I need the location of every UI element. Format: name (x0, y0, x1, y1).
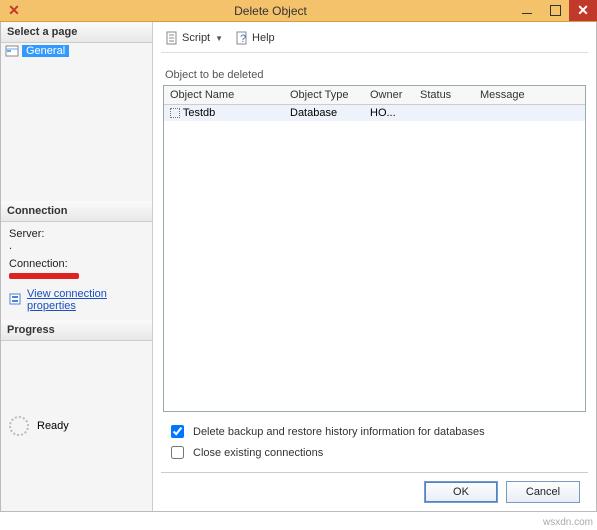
watermark: wsxdn.com (543, 517, 593, 528)
connection-label: Connection: (9, 258, 144, 270)
window-controls: ✕ (513, 0, 597, 21)
help-button[interactable]: ? Help (231, 30, 279, 46)
script-icon (165, 31, 179, 45)
col-message[interactable]: Message (474, 86, 585, 105)
opt-delete-history-checkbox[interactable] (171, 425, 184, 438)
cell-status (414, 105, 474, 122)
view-connection-properties-link[interactable]: View connection properties (27, 288, 144, 312)
close-button[interactable]: ✕ (569, 0, 597, 21)
main-panel: Script ▼ ? Help Object to be deleted Obj… (153, 22, 596, 511)
grid-header-row: Object Name Object Type Owner Status Mes… (164, 86, 585, 105)
select-page-header: Select a page (1, 22, 152, 43)
cell-message (474, 105, 585, 122)
opt-delete-history-label: Delete backup and restore history inform… (193, 426, 485, 438)
cell-owner: HO... (364, 105, 414, 122)
progress-header: Progress (1, 320, 152, 341)
opt-close-existing[interactable]: Close existing connections (167, 443, 582, 462)
connection-value-redacted (9, 273, 79, 279)
connection-header: Connection (1, 201, 152, 222)
footer: OK Cancel (161, 472, 588, 511)
dialog-body: Select a page General Connection Server:… (0, 22, 597, 512)
opt-close-existing-checkbox[interactable] (171, 446, 184, 459)
cell-object-type: Database (284, 105, 364, 122)
progress-panel: Ready (1, 341, 152, 511)
properties-icon (9, 292, 23, 309)
progress-status: Ready (37, 420, 69, 432)
ok-button[interactable]: OK (424, 481, 498, 503)
options-panel: Delete backup and restore history inform… (161, 412, 588, 472)
row-selector-icon (170, 108, 180, 118)
script-label: Script (182, 32, 210, 44)
col-owner[interactable]: Owner (364, 86, 414, 105)
table-row[interactable]: Testdb Database HO... (164, 105, 585, 122)
minimize-button[interactable] (513, 0, 541, 21)
server-label: Server: (9, 228, 144, 240)
page-icon (5, 45, 19, 57)
section-label: Object to be deleted (165, 69, 584, 81)
window-title: Delete Object (28, 4, 513, 18)
titlebar: ✕ Delete Object ✕ (0, 0, 597, 22)
view-connection-properties[interactable]: View connection properties (9, 288, 144, 312)
help-label: Help (252, 32, 275, 44)
server-value: . (9, 240, 144, 252)
connection-panel: Server: . Connection: View connection pr… (1, 222, 152, 320)
toolbar: Script ▼ ? Help (161, 28, 588, 53)
cell-object-name: Testdb (183, 107, 215, 119)
page-item-general[interactable]: General (5, 45, 69, 57)
chevron-down-icon: ▼ (215, 34, 223, 43)
opt-delete-history[interactable]: Delete backup and restore history inform… (167, 422, 582, 441)
script-button[interactable]: Script ▼ (161, 30, 227, 46)
svg-text:?: ? (240, 33, 246, 45)
col-object-name[interactable]: Object Name (164, 86, 284, 105)
col-status[interactable]: Status (414, 86, 474, 105)
close-icon[interactable]: ✕ (0, 0, 28, 21)
help-icon: ? (235, 31, 249, 45)
opt-close-existing-label: Close existing connections (193, 447, 323, 459)
object-grid[interactable]: Object Name Object Type Owner Status Mes… (163, 85, 586, 412)
cancel-button[interactable]: Cancel (506, 481, 580, 503)
col-object-type[interactable]: Object Type (284, 86, 364, 105)
sidebar: Select a page General Connection Server:… (1, 22, 153, 511)
maximize-button[interactable] (541, 0, 569, 21)
page-list: General (1, 43, 152, 201)
progress-spinner-icon (9, 416, 29, 436)
page-item-label: General (22, 45, 69, 57)
